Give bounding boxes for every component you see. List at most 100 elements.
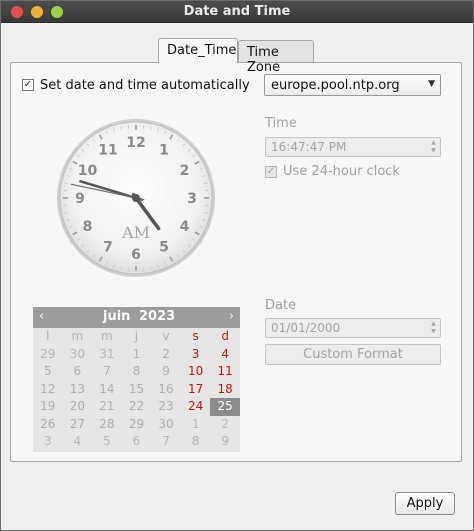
- calendar-week-row: 19 20 21 22 23 24 25: [33, 398, 240, 416]
- calendar-day[interactable]: 28: [92, 416, 122, 434]
- time-label: Time: [265, 116, 297, 131]
- calendar-day[interactable]: 15: [122, 381, 152, 399]
- clock-number: 10: [78, 163, 98, 179]
- calendar-weekday: l: [46, 329, 50, 343]
- calendar-day[interactable]: 7: [92, 363, 122, 381]
- calendar-week-row: 29 30 31 1 2 3 4: [33, 346, 240, 364]
- calendar-day[interactable]: 3: [181, 346, 211, 364]
- calendar-day[interactable]: 18: [210, 381, 240, 399]
- calendar-weekday: v: [162, 329, 170, 343]
- use-24h-label: Use 24-hour clock: [283, 164, 400, 179]
- calendar-year[interactable]: 2023: [139, 309, 175, 324]
- clock-number: 2: [180, 163, 190, 179]
- calendar-day[interactable]: 6: [122, 433, 152, 451]
- calendar-weekday: s: [192, 329, 199, 343]
- auto-time-checkbox[interactable]: ✓: [22, 79, 34, 91]
- calendar-header: ‹ juin 2023 ›: [33, 307, 240, 328]
- calendar-day[interactable]: 16: [151, 381, 181, 399]
- calendar-day[interactable]: 19: [33, 398, 63, 416]
- calendar-weekday: d: [221, 329, 229, 343]
- calendar-week-row: 3456789: [33, 433, 240, 451]
- clock-number: 1: [159, 143, 169, 159]
- calendar-weekday-row: lmmjvsd: [33, 328, 240, 346]
- calendar-week-row: 12 13 14 15 16 17 18: [33, 381, 240, 399]
- clock-number: 4: [180, 219, 190, 235]
- clock-number: 7: [103, 239, 113, 255]
- calendar-day[interactable]: 11: [210, 363, 240, 381]
- calendar-day[interactable]: 30: [63, 346, 93, 364]
- calendar-day[interactable]: 12: [33, 381, 63, 399]
- calendar-day[interactable]: 21: [92, 398, 122, 416]
- calendar-day[interactable]: 7: [151, 433, 181, 451]
- spin-arrows-icon[interactable]: ▲ ▼: [429, 139, 438, 155]
- calendar-day[interactable]: 4: [63, 433, 93, 451]
- calendar-day[interactable]: 30: [151, 416, 181, 434]
- calendar-day[interactable]: 2: [151, 346, 181, 364]
- time-value: 16:47:47 PM: [271, 140, 347, 154]
- clock-number: 11: [98, 143, 117, 159]
- calendar-weekday: m: [71, 329, 84, 343]
- calendar-day[interactable]: 20: [63, 398, 93, 416]
- analog-clock-face: 12 12 3 45 6 78 9 1011 AM: [57, 119, 215, 277]
- next-month-icon[interactable]: ›: [229, 309, 234, 324]
- calendar-weekday: j: [134, 329, 139, 343]
- calendar-day[interactable]: 27: [63, 416, 93, 434]
- clock-number: 6: [131, 247, 141, 263]
- calendar-day[interactable]: 29: [122, 416, 152, 434]
- clock-number: 9: [75, 191, 85, 207]
- chevron-down-icon: ▼: [428, 79, 435, 89]
- calendar-day[interactable]: 13: [63, 381, 93, 399]
- calendar-day[interactable]: 26: [33, 416, 63, 434]
- clock-number: 3: [187, 191, 197, 207]
- tab-date-time[interactable]: Date_Time: [158, 38, 238, 63]
- calendar-weekday: m: [101, 329, 113, 343]
- clock-center-pin: [132, 194, 140, 202]
- calendar-day[interactable]: 1: [122, 346, 152, 364]
- spin-arrows-icon[interactable]: ▲ ▼: [429, 320, 438, 336]
- calendar-day[interactable]: 14: [92, 381, 122, 399]
- calendar-day[interactable]: 8: [181, 433, 211, 451]
- calendar-grid: l m m j v s d 29 30 31 1 2 3 4 5 6 7 8 9 10 11 12 13 14 15 16 17 18…: [33, 328, 240, 451]
- auto-time-row[interactable]: ✓ Set date and time automatically: [22, 77, 250, 93]
- calendar-day[interactable]: 22: [122, 398, 152, 416]
- analog-clock: 12 1 2 3 4 5 6 7 8 9 10 11 AM: [55, 117, 217, 279]
- calendar-day[interactable]: 9: [210, 433, 240, 451]
- ntp-server-select[interactable]: europe.pool.ntp.org ▼: [264, 74, 441, 96]
- calendar-month[interactable]: juin: [103, 309, 130, 324]
- custom-format-button[interactable]: Custom Format: [265, 344, 441, 365]
- calendar-day[interactable]: 1: [181, 416, 211, 434]
- calendar-day[interactable]: 4: [210, 346, 240, 364]
- time-spinbox[interactable]: 16:47:47 PM ▲ ▼: [265, 137, 441, 157]
- date-value: 01/01/2000: [271, 321, 341, 335]
- calendar-day[interactable]: 31: [92, 346, 122, 364]
- calendar-day[interactable]: 5: [33, 363, 63, 381]
- clock-number: 12: [126, 135, 145, 151]
- calendar-widget: ‹ juin 2023 › l m m j v s d 29 30 31 1 2 3 4 5 6 7 8 9 10 11…: [33, 307, 240, 452]
- ntp-server-value: europe.pool.ntp.org: [271, 78, 400, 93]
- clock-period-label: AM: [121, 223, 150, 242]
- date-spinbox[interactable]: 01/01/2000 ▲ ▼: [265, 318, 441, 338]
- calendar-day[interactable]: 17: [181, 381, 211, 399]
- window-title: Date and Time: [183, 4, 291, 19]
- title-bar: Date and Time: [1, 1, 473, 23]
- calendar-day[interactable]: 5: [92, 433, 122, 451]
- use-24h-row[interactable]: ✓ Use 24-hour clock: [265, 164, 400, 179]
- calendar-day[interactable]: 8: [122, 363, 152, 381]
- calendar-day[interactable]: 9: [151, 363, 181, 381]
- calendar-day[interactable]: 25: [210, 398, 240, 416]
- calendar-day[interactable]: 2: [210, 416, 240, 434]
- calendar-day[interactable]: 24: [181, 398, 211, 416]
- calendar-day[interactable]: 10: [181, 363, 211, 381]
- calendar-day[interactable]: 3: [33, 433, 63, 451]
- calendar-day[interactable]: 23: [151, 398, 181, 416]
- clock-number: 8: [83, 219, 93, 235]
- tab-time-zone[interactable]: Time Zone: [238, 40, 314, 75]
- calendar-day[interactable]: 6: [63, 363, 93, 381]
- prev-month-icon[interactable]: ‹: [39, 309, 44, 324]
- use-24h-checkbox[interactable]: ✓: [265, 165, 277, 178]
- auto-time-label: Set date and time automatically: [40, 77, 250, 93]
- apply-button[interactable]: Apply: [395, 492, 455, 515]
- calendar-day[interactable]: 29: [33, 346, 63, 364]
- clock-number: 5: [159, 239, 169, 255]
- calendar-week-row: 5 6 7 8 9 10 11: [33, 363, 240, 381]
